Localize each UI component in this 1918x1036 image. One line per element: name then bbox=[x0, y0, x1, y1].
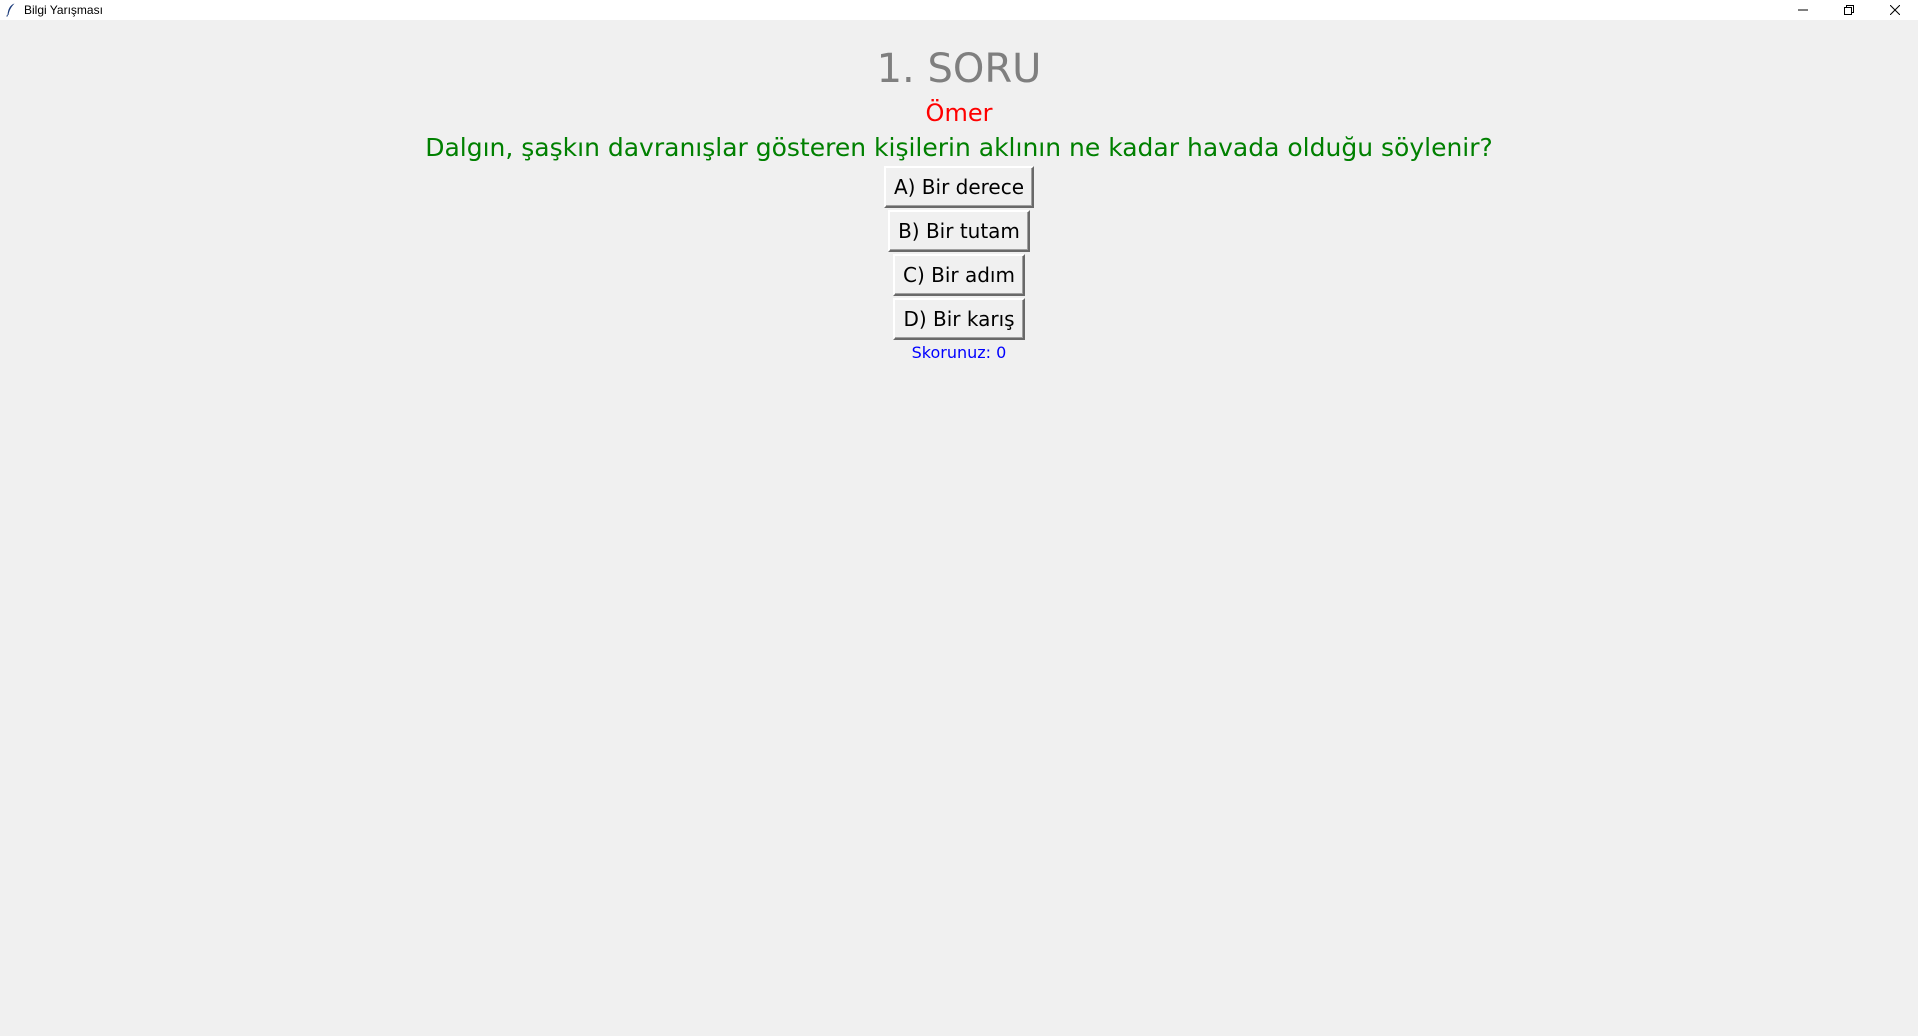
option-a-button[interactable]: A) Bir derece bbox=[883, 166, 1035, 208]
title-bar: Bilgi Yarışması bbox=[0, 0, 1918, 20]
answer-options: A) Bir derece B) Bir tutam C) Bir adım D… bbox=[0, 166, 1918, 342]
score-label: Skorunuz: 0 bbox=[911, 343, 1007, 362]
feather-icon bbox=[4, 2, 18, 18]
close-button[interactable] bbox=[1872, 0, 1918, 18]
question-text: Dalgın, şaşkın davranışlar gösteren kişi… bbox=[425, 133, 1493, 162]
app-window: Bilgi Yarışması 1. SORU Ömer Dalgın, şaş… bbox=[0, 0, 1918, 1036]
window-title: Bilgi Yarışması bbox=[24, 3, 103, 17]
option-c-button[interactable]: C) Bir adım bbox=[893, 254, 1025, 296]
restore-icon bbox=[1844, 0, 1854, 19]
restore-button[interactable] bbox=[1826, 0, 1872, 18]
option-d-button[interactable]: D) Bir karış bbox=[893, 298, 1025, 340]
quiz-content: 1. SORU Ömer Dalgın, şaşkın davranışlar … bbox=[0, 20, 1918, 1036]
question-number-label: 1. SORU bbox=[876, 46, 1042, 92]
minimize-icon bbox=[1798, 0, 1808, 19]
minimize-button[interactable] bbox=[1780, 0, 1826, 18]
close-icon bbox=[1889, 0, 1901, 19]
window-controls bbox=[1780, 0, 1918, 20]
option-b-button[interactable]: B) Bir tutam bbox=[888, 210, 1030, 252]
player-name-label: Ömer bbox=[925, 99, 993, 127]
